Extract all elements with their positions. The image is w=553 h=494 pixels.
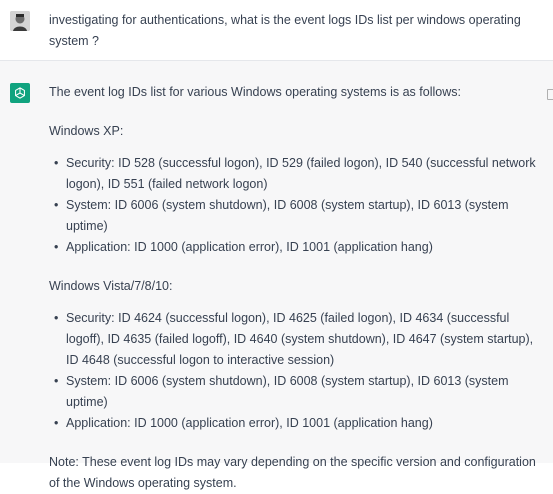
list-item: System: ID 6006 (system shutdown), ID 60… (49, 195, 545, 237)
openai-logo-icon (10, 83, 30, 103)
list-item: Application: ID 1000 (application error)… (49, 413, 545, 434)
list-item: Security: ID 528 (successful logon), ID … (49, 153, 545, 195)
user-avatar (10, 11, 30, 31)
section-heading-vista: Windows Vista/7/8/10: (49, 279, 173, 293)
intro-text: The event log IDs list for various Windo… (49, 85, 461, 99)
note-text: Note: These event log IDs may vary depen… (49, 455, 536, 490)
list-item: System: ID 6006 (system shutdown), ID 60… (49, 371, 545, 413)
list-item: Application: ID 1000 (application error)… (49, 237, 545, 258)
copy-icon[interactable] (547, 89, 553, 100)
list-item: Security: ID 4624 (successful logon), ID… (49, 308, 545, 371)
assistant-message-content: The event log IDs list for various Windo… (49, 82, 545, 494)
assistant-message-row: The event log IDs list for various Windo… (0, 61, 553, 490)
section-heading-xp: Windows XP: (49, 124, 124, 138)
user-message-row: investigating for authentications, what … (0, 0, 553, 61)
section-list-xp: Security: ID 528 (successful logon), ID … (49, 153, 545, 258)
section-list-vista: Security: ID 4624 (successful logon), ID… (49, 308, 545, 434)
user-message-text: investigating for authentications, what … (49, 13, 521, 48)
